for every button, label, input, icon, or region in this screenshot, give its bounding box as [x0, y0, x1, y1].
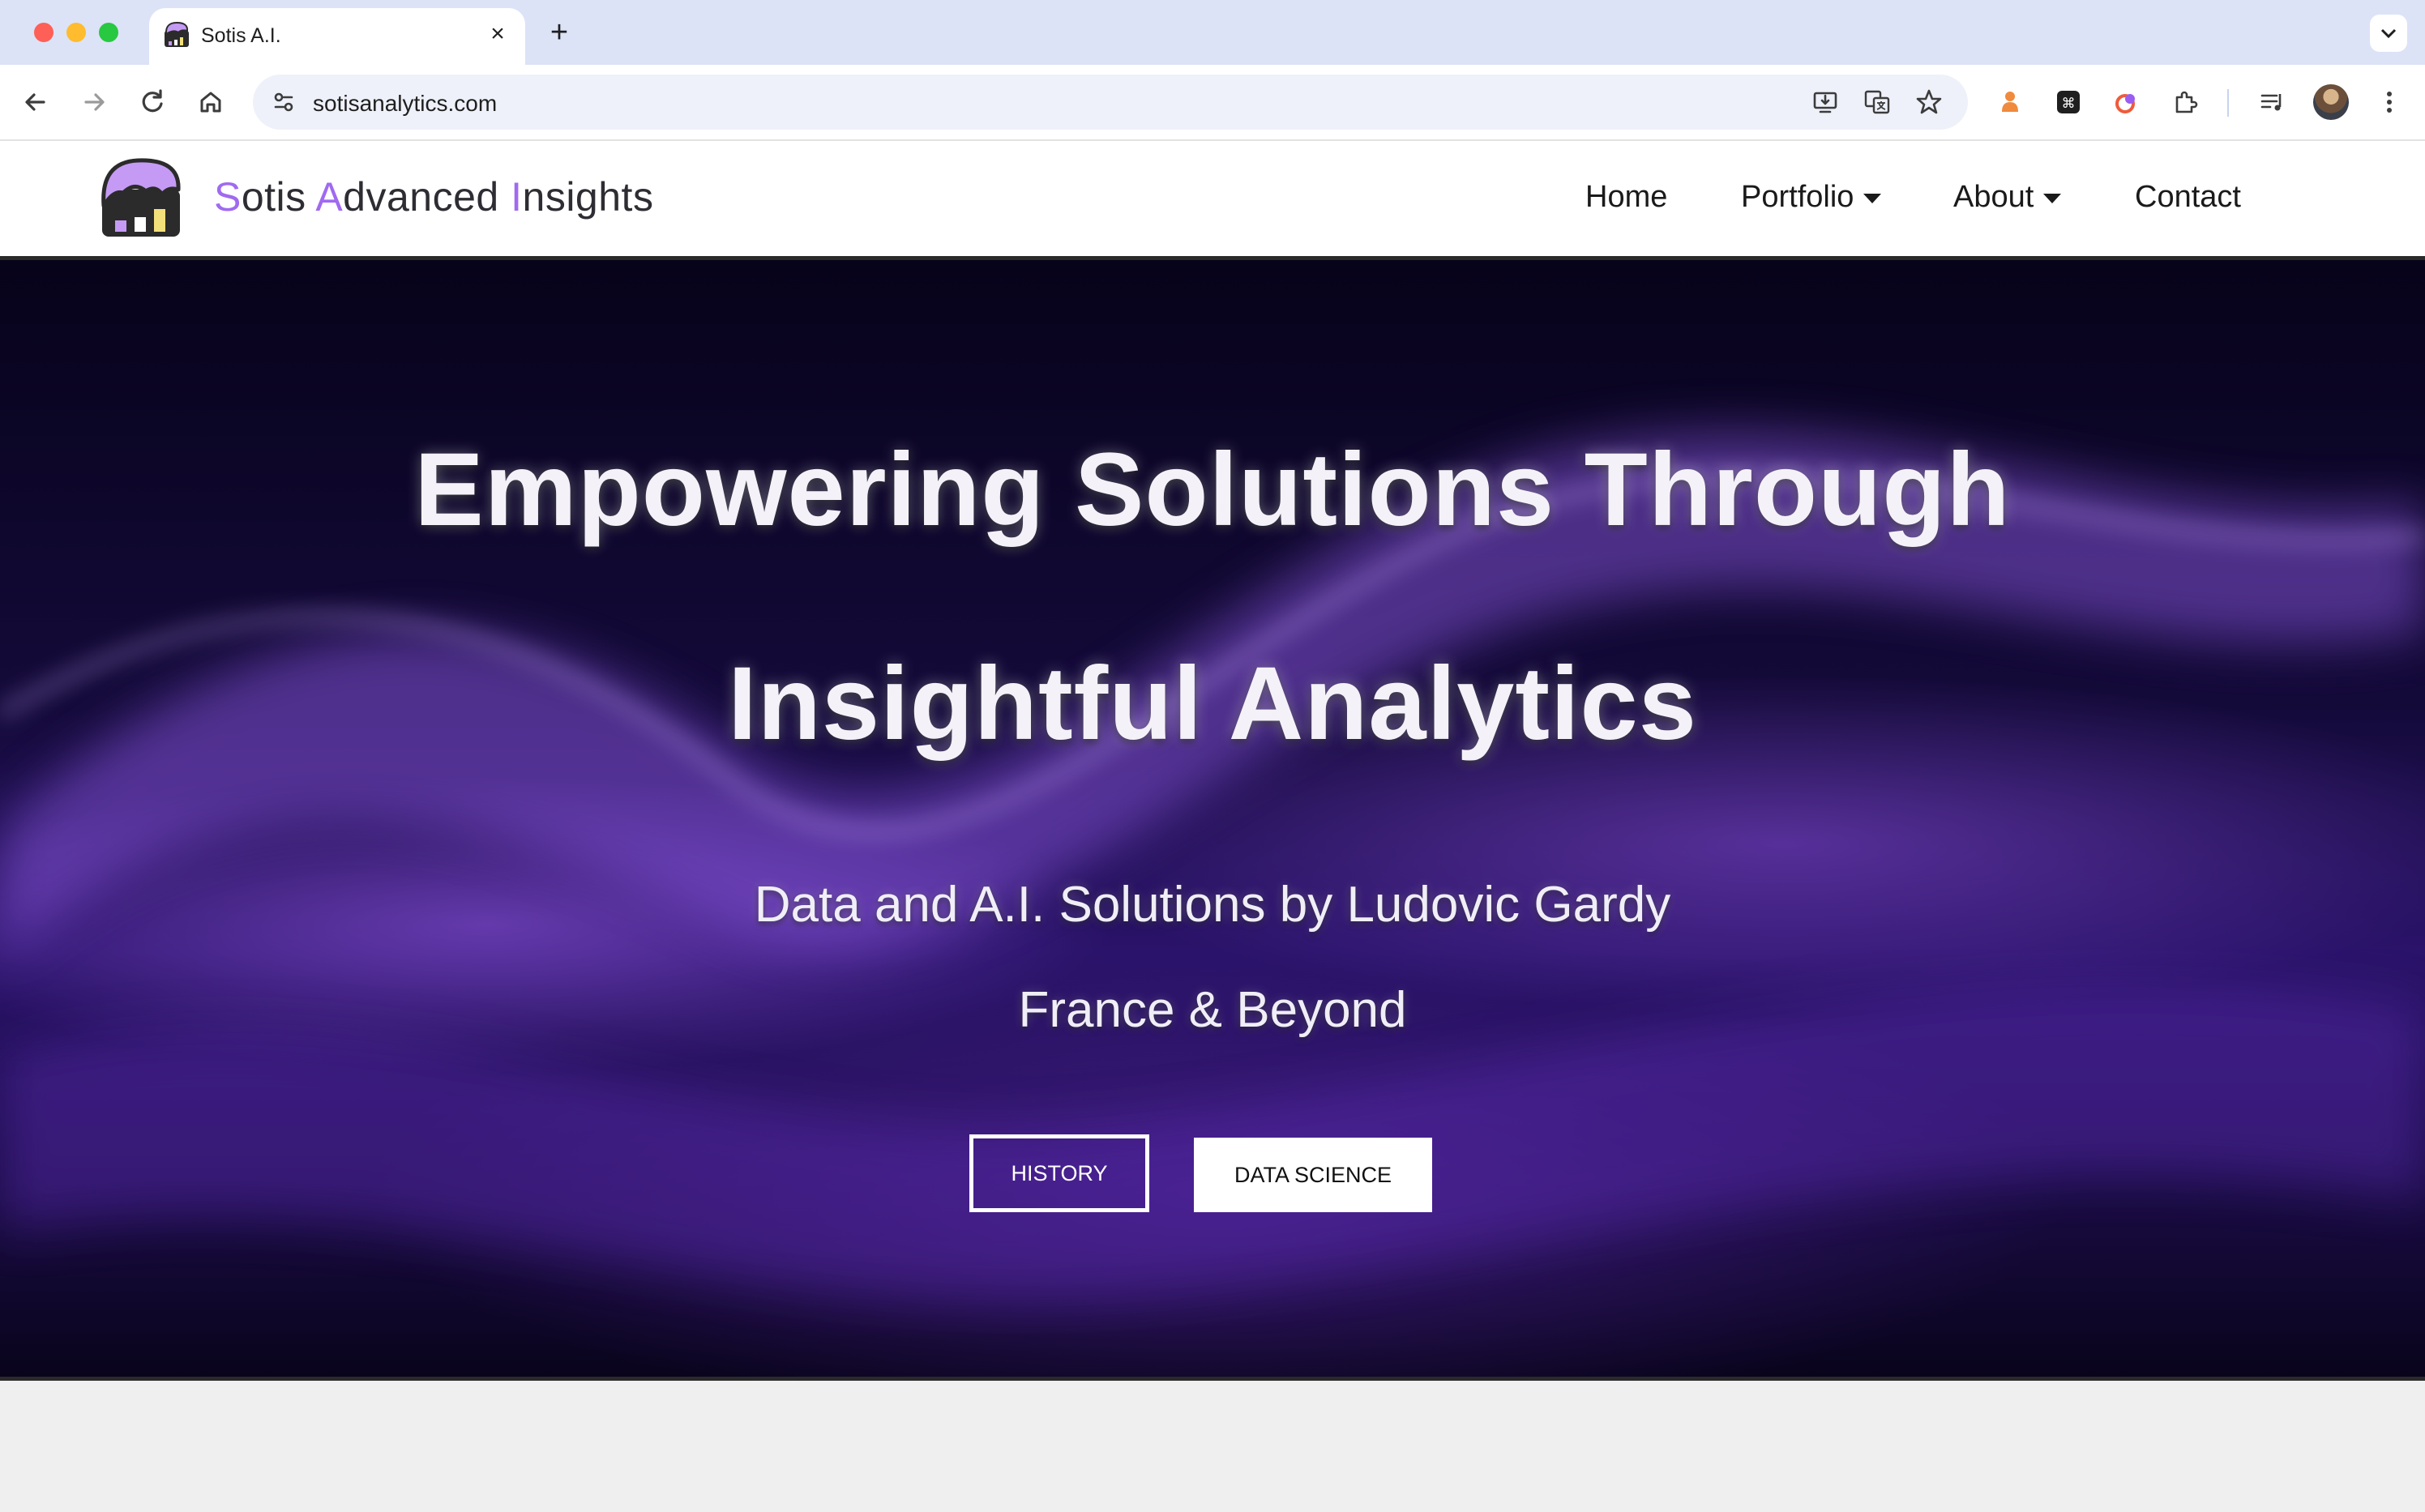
- tab-title: Sotis A.I.: [201, 24, 281, 47]
- caret-down-icon: [1863, 193, 1882, 203]
- hero-title-line-1: Empowering Solutions Through: [414, 432, 2011, 548]
- url-text[interactable]: sotisanalytics.com: [313, 91, 497, 117]
- extensions-puzzle-icon[interactable]: [2166, 83, 2205, 122]
- window-zoom-button[interactable]: [99, 23, 118, 42]
- hero-title-line-2: Insightful Analytics: [728, 646, 1697, 762]
- site-header: Sotis Advanced Insights Home Portfolio A…: [0, 141, 2425, 260]
- site-settings-icon[interactable]: [264, 83, 303, 122]
- svg-text:⌘: ⌘: [2062, 96, 2076, 112]
- brand-initial-s: S: [214, 174, 242, 220]
- address-bar[interactable]: sotisanalytics.com: [253, 75, 1968, 130]
- hero-banner: Empowering Solutions Through Insightful …: [0, 260, 2425, 1377]
- back-icon[interactable]: [16, 83, 55, 122]
- extension-1-icon[interactable]: [1991, 83, 2029, 122]
- nav-portfolio[interactable]: Portfolio: [1741, 180, 1882, 215]
- extension-2-icon[interactable]: ⌘: [2049, 83, 2088, 122]
- chrome-menu-icon[interactable]: [2370, 83, 2409, 122]
- profile-avatar[interactable]: [2313, 84, 2349, 120]
- new-tab-button[interactable]: +: [541, 15, 577, 50]
- data-science-button[interactable]: DATA SCIENCE: [1194, 1138, 1432, 1212]
- browser-toolbar: sotisanalytics.com ⌘: [0, 65, 2425, 141]
- home-icon[interactable]: [191, 83, 230, 122]
- site-logo-icon: [165, 21, 189, 47]
- hero-bottom-border: [0, 1377, 2425, 1381]
- chevron-down-icon: [2380, 28, 2397, 39]
- media-controls-icon[interactable]: [2253, 83, 2292, 122]
- nav-about-label: About: [1953, 180, 2034, 214]
- nav-portfolio-label: Portfolio: [1741, 180, 1854, 214]
- brand-word-otis: otis: [241, 174, 316, 220]
- nav-about[interactable]: About: [1953, 180, 2062, 215]
- brand-word-dvanced: dvanced: [343, 174, 511, 220]
- history-button[interactable]: HISTORY: [969, 1134, 1149, 1212]
- bookmark-star-icon[interactable]: [1910, 83, 1948, 122]
- brand-name[interactable]: Sotis Advanced Insights: [214, 173, 653, 220]
- browser-tab-active[interactable]: Sotis A.I. ×: [149, 8, 525, 65]
- hero-subtitle-line-1: Data and A.I. Solutions by Ludovic Gardy: [754, 877, 1671, 933]
- site-logo[interactable]: [99, 157, 183, 240]
- browser-tab-strip: Sotis A.I. × +: [0, 0, 2425, 65]
- tab-search-button[interactable]: [2370, 15, 2407, 52]
- translate-icon[interactable]: [1858, 83, 1897, 122]
- brand-initial-a: A: [315, 174, 344, 220]
- window-minimize-button[interactable]: [66, 23, 86, 42]
- toolbar-divider: [2227, 89, 2229, 117]
- reload-icon[interactable]: [133, 83, 172, 122]
- extension-3-icon[interactable]: [2107, 83, 2146, 122]
- install-app-icon[interactable]: [1806, 83, 1845, 122]
- brand-initial-i: I: [511, 174, 523, 220]
- brand-word-nsights: nsights: [522, 174, 654, 220]
- window-close-button[interactable]: [34, 23, 53, 42]
- forward-icon[interactable]: [75, 83, 113, 122]
- nav-home[interactable]: Home: [1585, 180, 1667, 215]
- nav-contact[interactable]: Contact: [2135, 180, 2241, 215]
- tab-close-icon[interactable]: ×: [483, 19, 512, 49]
- hero-subtitle-line-2: France & Beyond: [1018, 982, 1407, 1038]
- caret-down-icon: [2043, 193, 2062, 203]
